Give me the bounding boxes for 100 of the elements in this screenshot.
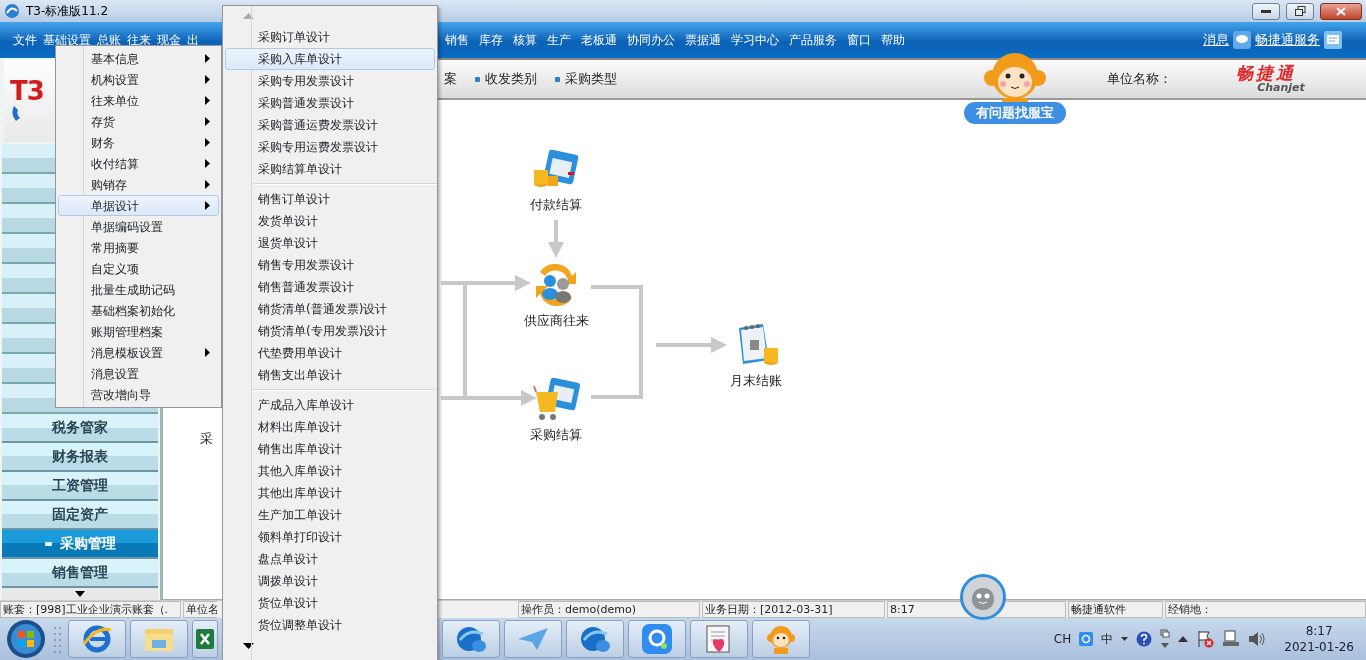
- close-button[interactable]: [1320, 2, 1362, 20]
- sidebar-item[interactable]: 税务管家: [2, 414, 158, 443]
- sidebar-item[interactable]: 固定资产: [2, 501, 158, 530]
- message-link[interactable]: 消息: [1203, 30, 1229, 50]
- menu-item[interactable]: 采购专用发票设计: [225, 70, 435, 92]
- menu-item[interactable]: 采购普通发票设计: [225, 92, 435, 114]
- menu-item[interactable]: 销售支出单设计: [225, 364, 435, 386]
- menu-item[interactable]: 采购入库单设计: [225, 48, 435, 70]
- sidebar-item[interactable]: 工资管理: [2, 472, 158, 501]
- menu-item[interactable]: 销售普通发票设计: [225, 276, 435, 298]
- menu-item[interactable]: 收付结算: [58, 153, 219, 174]
- menu-item[interactable]: 采购结算单设计: [225, 158, 435, 180]
- scroll-down-icon[interactable]: [75, 591, 85, 597]
- clock-time[interactable]: 8:17: [1305, 623, 1333, 639]
- menu-item[interactable]: 往来单位: [58, 90, 219, 111]
- menu-item[interactable]: 产品服务: [786, 31, 840, 49]
- menu-item[interactable]: 销售出库单设计: [225, 438, 435, 460]
- shopping-cart-calculator-icon[interactable]: [532, 378, 580, 422]
- taskbar-app[interactable]: [68, 620, 126, 658]
- service-link[interactable]: 畅捷通服务: [1255, 30, 1320, 50]
- toolbar-link[interactable]: 收发类别: [485, 69, 537, 89]
- minimize-button[interactable]: [1252, 2, 1280, 20]
- menu-item[interactable]: 生产: [544, 31, 574, 49]
- menu-item[interactable]: 学习中心: [728, 31, 782, 49]
- chat-bubble-icon[interactable]: [1233, 31, 1251, 49]
- menu-item[interactable]: 领料单打印设计: [225, 526, 435, 548]
- clock-date[interactable]: 2021-01-26: [1284, 639, 1354, 655]
- menu-item[interactable]: 调拨单设计: [225, 570, 435, 592]
- service-icon[interactable]: [1324, 31, 1342, 49]
- menu-item[interactable]: 购销存: [58, 174, 219, 195]
- taskbar-app[interactable]: [690, 620, 748, 658]
- menu-item[interactable]: 盘点单设计: [225, 548, 435, 570]
- menu-item[interactable]: 账期管理档案: [58, 321, 219, 342]
- menu-item[interactable]: 存货: [58, 111, 219, 132]
- taskbar-app[interactable]: [566, 620, 624, 658]
- menu-item[interactable]: 批量生成助记码: [58, 279, 219, 300]
- menu-item[interactable]: 基础档案初始化: [58, 300, 219, 321]
- menu-item[interactable]: 采购订单设计: [225, 26, 435, 48]
- node-label[interactable]: 付款结算: [530, 196, 582, 215]
- input-language[interactable]: CH: [1053, 630, 1072, 648]
- menu-item[interactable]: 销售订单设计: [225, 188, 435, 210]
- menu-item[interactable]: 基础设置: [40, 31, 94, 49]
- menu-item[interactable]: 其他入库单设计: [225, 460, 435, 482]
- menu-item[interactable]: 总账: [94, 31, 124, 49]
- menu-item[interactable]: 发货单设计: [225, 210, 435, 232]
- sidebar-item[interactable]: 采购管理: [2, 530, 158, 559]
- flag-alert-icon[interactable]: [1196, 630, 1215, 648]
- menu-item[interactable]: 营改增向导: [58, 384, 219, 405]
- menu-item[interactable]: 单据编码设置: [58, 216, 219, 237]
- node-label[interactable]: 采: [199, 430, 213, 449]
- ime-mode[interactable]: 中: [1101, 630, 1114, 648]
- volume-icon[interactable]: [1248, 631, 1267, 647]
- sidebar-item[interactable]: 财务报表: [2, 443, 158, 472]
- node-label[interactable]: 供应商往来: [523, 312, 589, 331]
- menu-item[interactable]: 文件: [10, 31, 40, 49]
- menu-item[interactable]: 协同办公: [624, 31, 678, 49]
- menu-item[interactable]: 现金: [154, 31, 184, 49]
- menu-item[interactable]: 消息模板设置: [58, 342, 219, 363]
- taskbar-app[interactable]: [628, 620, 686, 658]
- node-label[interactable]: 月末结账: [730, 372, 782, 391]
- taskbar-app[interactable]: [192, 620, 218, 658]
- show-hidden-icon[interactable]: [1178, 636, 1189, 642]
- menu-item[interactable]: 产成品入库单设计: [225, 394, 435, 416]
- menu-item[interactable]: 出: [184, 31, 202, 49]
- menu-item[interactable]: 机构设置: [58, 69, 219, 90]
- menu-item[interactable]: 销货清单(普通发票)设计: [225, 298, 435, 320]
- menu-item[interactable]: 销售: [442, 31, 472, 49]
- menu-item[interactable]: 常用摘要: [58, 237, 219, 258]
- menu-item[interactable]: 货位单设计: [225, 592, 435, 614]
- menu-item[interactable]: 自定义项: [58, 258, 219, 279]
- menu-item[interactable]: 退货单设计: [225, 232, 435, 254]
- menu-item[interactable]: 生产加工单设计: [225, 504, 435, 526]
- menu-item[interactable]: 往来: [124, 31, 154, 49]
- menu-item[interactable]: 单据设计: [58, 195, 219, 216]
- caret-icon[interactable]: [1121, 637, 1129, 641]
- toolbar-link[interactable]: 案: [444, 69, 457, 89]
- toolbar-link[interactable]: 采购类型: [565, 69, 617, 89]
- taskbar-app[interactable]: [442, 620, 500, 658]
- menu-item[interactable]: 票据通: [682, 31, 724, 49]
- menu-item[interactable]: 基本信息: [58, 48, 219, 69]
- menu-item[interactable]: 库存: [476, 31, 506, 49]
- menu-item[interactable]: 代垫费用单设计: [225, 342, 435, 364]
- menu-item[interactable]: 老板通: [578, 31, 620, 49]
- menu-item[interactable]: 消息设置: [58, 363, 219, 384]
- scroll-down-icon[interactable]: [243, 643, 254, 649]
- menu-item[interactable]: 财务: [58, 132, 219, 153]
- restore-button[interactable]: [1286, 2, 1314, 20]
- node-label[interactable]: 采购结算: [530, 426, 582, 445]
- menu-item[interactable]: 销货清单(专用发票)设计: [225, 320, 435, 342]
- menu-item[interactable]: 窗口: [844, 31, 874, 49]
- menu-item[interactable]: 货位调整单设计: [225, 614, 435, 636]
- menu-item[interactable]: 采购普通运费发票设计: [225, 114, 435, 136]
- network-icon[interactable]: [1222, 630, 1241, 648]
- menu-item[interactable]: 帮助: [878, 31, 908, 49]
- menu-item[interactable]: 其他出库单设计: [225, 482, 435, 504]
- help-icon[interactable]: [1136, 631, 1153, 647]
- start-button-icon[interactable]: [4, 619, 48, 659]
- menu-item[interactable]: 销售专用发票设计: [225, 254, 435, 276]
- menu-item[interactable]: 采购专用运费发票设计: [225, 136, 435, 158]
- menu-item[interactable]: 材料出库单设计: [225, 416, 435, 438]
